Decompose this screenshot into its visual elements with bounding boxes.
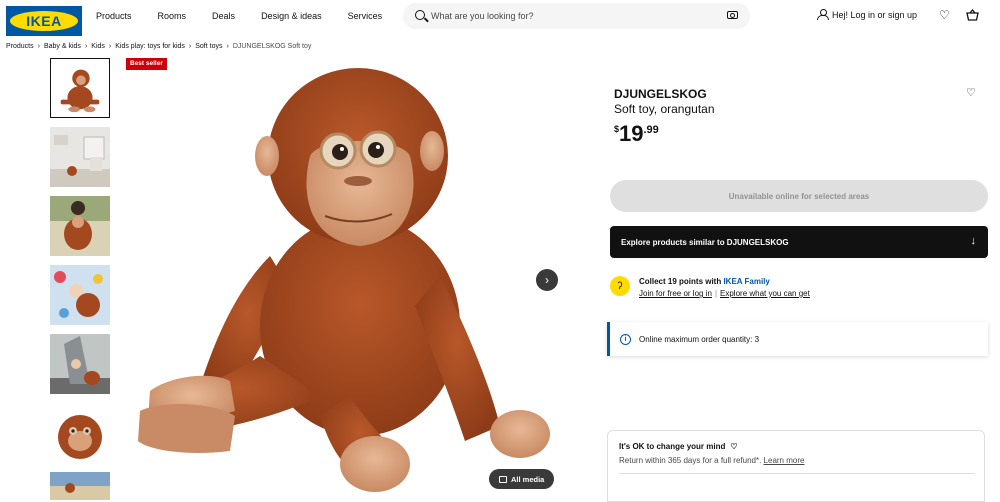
nav-deals[interactable]: Deals (212, 10, 235, 22)
breadcrumb-item[interactable]: Products (6, 43, 34, 50)
logo-text: IKEA (26, 13, 62, 29)
info-icon: i (620, 333, 631, 345)
thumbnail-baby-with-toy[interactable] (50, 265, 110, 325)
breadcrumb-current: DJUNGELSKOG Soft toy (232, 43, 312, 50)
nav-products[interactable]: Products (96, 10, 132, 22)
family-links: Join for free or log in | Explore what you… (639, 289, 810, 298)
all-media-label: All media (511, 474, 545, 484)
thumbnail-product[interactable] (50, 58, 110, 118)
login-link[interactable]: Hej! Log in or sign up (817, 9, 917, 20)
return-policy-text: Return within 365 days for a full refund… (619, 456, 804, 465)
chevron-right-icon: › (84, 43, 88, 50)
link-separator: | (714, 289, 718, 298)
breadcrumb: Products › Baby & kids › Kids › Kids pla… (6, 43, 311, 50)
best-seller-badge: Best seller (126, 58, 167, 70)
learn-more-link[interactable]: Learn more (764, 456, 805, 465)
heart-icon[interactable]: ♡ (939, 9, 950, 21)
arrow-down-icon: ↓ (970, 235, 977, 247)
explore-label: Explore products similar to DJUNGELSKOG (621, 237, 789, 247)
breadcrumb-item[interactable]: Soft toys (195, 43, 222, 50)
family-title-prefix: Collect 19 points with (639, 277, 724, 286)
chevron-right-icon: › (226, 43, 229, 50)
media-icon (499, 475, 507, 483)
thumbnail-reading-scene[interactable] (50, 334, 110, 394)
breadcrumb-item[interactable]: Kids (91, 43, 105, 50)
ikea-logo[interactable]: IKEA (6, 6, 82, 36)
product-name: DJUNGELSKOG (614, 87, 707, 101)
thumbnail-child-hugging[interactable] (50, 196, 110, 256)
login-label: Hej! Log in or sign up (832, 9, 918, 20)
unavailable-button: Unavailable online for selected areas (610, 180, 988, 212)
main-product-image[interactable] (120, 56, 565, 502)
chevron-right-icon: › (37, 43, 40, 50)
family-points-icon: ʔ (610, 276, 630, 296)
breadcrumb-item[interactable]: Baby & kids (44, 43, 81, 50)
search-icon (415, 10, 425, 20)
product-price: $ 19 .99 (614, 122, 659, 146)
main-nav: Products Rooms Deals Design & ideas Serv… (96, 10, 408, 22)
thumbnail-partial[interactable] (50, 472, 110, 500)
price-decimal: .99 (643, 124, 659, 136)
explore-benefits-link[interactable]: Explore what you can get (720, 289, 810, 298)
nav-services[interactable]: Services (348, 10, 383, 22)
heart-outline-icon: ♡ (730, 442, 738, 451)
shopping-bag-icon[interactable] (966, 8, 979, 23)
unavailable-label: Unavailable online for selected areas (728, 191, 870, 201)
chevron-right-icon: › (188, 43, 192, 50)
max-quantity-notice: i Online maximum order quantity: 3 (607, 322, 988, 356)
heart-icon[interactable]: ♡ (966, 86, 976, 99)
thumbnail-face-closeup[interactable] (50, 403, 110, 463)
thumbnail-list (50, 58, 110, 502)
return-policy-box: It's OK to change your mind ♡ Return wit… (607, 430, 985, 502)
ikea-family-link[interactable]: IKEA Family (723, 277, 769, 286)
family-title: Collect 19 points with IKEA Family (639, 277, 770, 286)
product-description: Soft toy, orangutan (614, 102, 715, 116)
person-icon (817, 9, 829, 20)
return-policy-title: It's OK to change your mind ♡ (619, 442, 738, 451)
search-bar (403, 3, 750, 29)
explore-similar-button[interactable]: Explore products similar to DJUNGELSKOG … (610, 226, 988, 258)
site-header: IKEA Products Rooms Deals Design & ideas… (0, 0, 1000, 36)
return-text: Return within 365 days for a full refund… (619, 456, 762, 465)
search-input[interactable] (431, 9, 711, 23)
thumbnail-room-scene[interactable] (50, 127, 110, 187)
chevron-right-icon: › (108, 43, 112, 50)
return-title-text: It's OK to change your mind (619, 442, 726, 451)
next-image-button[interactable]: › (536, 269, 558, 291)
breadcrumb-item[interactable]: Kids play: toys for kids (115, 43, 185, 50)
nav-design-ideas[interactable]: Design & ideas (261, 10, 322, 22)
max-quantity-text: Online maximum order quantity: 3 (639, 334, 760, 344)
camera-icon[interactable] (727, 11, 738, 19)
all-media-button[interactable]: All media (489, 469, 555, 489)
price-integer: 19 (619, 121, 644, 146)
divider (619, 473, 975, 474)
logo-oval: IKEA (10, 11, 78, 31)
chevron-right-icon: › (545, 273, 549, 287)
join-link[interactable]: Join for free or log in (639, 289, 712, 298)
nav-rooms[interactable]: Rooms (158, 10, 187, 22)
